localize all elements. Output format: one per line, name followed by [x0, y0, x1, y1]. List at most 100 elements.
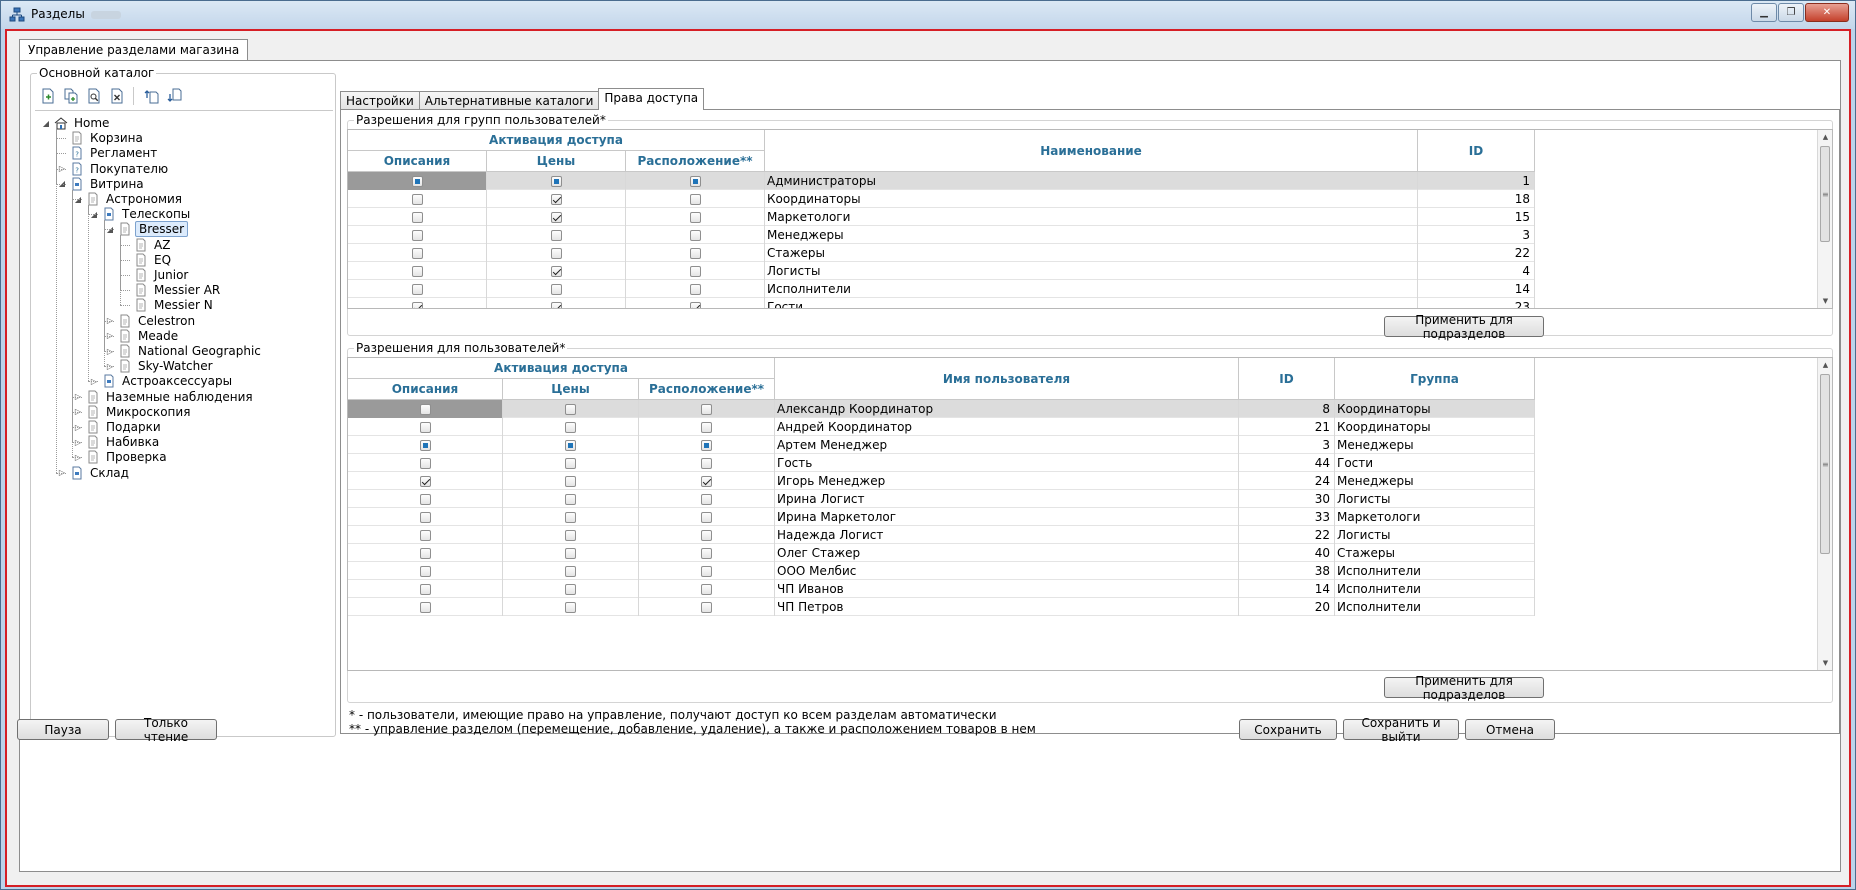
table-row[interactable]: Игорь Менеджер 24 Менеджеры [348, 472, 1535, 490]
descriptions-checkbox[interactable] [411, 247, 423, 259]
table-row[interactable]: Андрей Координатор 21 Координаторы [348, 418, 1535, 436]
expanded-arrow-icon[interactable]: ◢ [41, 119, 51, 128]
descriptions-checkbox[interactable] [419, 601, 431, 613]
location-checkbox[interactable] [701, 421, 712, 433]
pause-button[interactable]: Пауза [17, 719, 109, 740]
move-down-button[interactable] [164, 86, 186, 106]
descriptions-checkbox[interactable] [411, 283, 423, 295]
readonly-button[interactable]: Только чтение [115, 716, 217, 744]
tab-section-management[interactable]: Управление разделами магазина [19, 39, 249, 61]
tree-item[interactable]: ▷ Sky-Watcher [105, 358, 216, 374]
table-row[interactable]: Логисты 4 [348, 262, 1535, 280]
descriptions-checkbox[interactable] [419, 421, 431, 433]
prices-checkbox[interactable] [565, 493, 576, 505]
table-row[interactable]: ЧП Иванов 14 Исполнители [348, 580, 1535, 598]
table-row[interactable]: Стажеры 22 [348, 244, 1535, 262]
prices-checkbox[interactable] [565, 583, 576, 595]
maximize-button[interactable]: ❐ [1778, 3, 1804, 22]
tree-item[interactable]: ? Регламент [57, 145, 160, 161]
tree-item[interactable]: Messier N [121, 297, 216, 313]
descriptions-checkbox[interactable] [419, 493, 431, 505]
location-checkbox[interactable] [701, 601, 712, 613]
descriptions-checkbox[interactable] [419, 439, 431, 451]
tree-item[interactable]: ▷ Подарки [73, 419, 164, 435]
prices-checkbox[interactable] [565, 457, 576, 469]
tree-item[interactable]: ▷ Микроскопия [73, 404, 193, 420]
table-row[interactable]: Исполнители 14 [348, 280, 1535, 298]
descriptions-checkbox[interactable] [419, 403, 431, 415]
tree-item[interactable]: ◢ Bresser [105, 221, 189, 238]
tree-item[interactable]: ▷ Celestron [105, 313, 198, 329]
location-checkbox[interactable] [701, 457, 712, 469]
location-checkbox[interactable] [701, 493, 712, 505]
tab-alt-catalogs[interactable]: Альтернативные каталоги [418, 91, 600, 110]
tree-item[interactable]: ▷ Проверка [73, 449, 170, 465]
tree-item[interactable]: Messier AR [121, 282, 223, 298]
close-window-button[interactable]: ✕ [1805, 3, 1849, 22]
descriptions-checkbox[interactable] [411, 175, 423, 187]
scroll-thumb[interactable]: ≡ [1820, 146, 1830, 242]
descriptions-checkbox[interactable] [419, 529, 431, 541]
descriptions-checkbox[interactable] [411, 301, 423, 308]
tab-settings[interactable]: Настройки [340, 91, 420, 110]
table-row[interactable]: Координаторы 18 [348, 190, 1535, 208]
prices-checkbox[interactable] [565, 529, 576, 541]
table-row[interactable]: Олег Стажер 40 Стажеры [348, 544, 1535, 562]
tree-item[interactable]: ▷ Астроаксессуары [89, 373, 235, 389]
location-checkbox[interactable] [701, 511, 712, 523]
add-section-button[interactable] [37, 86, 59, 106]
table-row[interactable]: Менеджеры 3 [348, 226, 1535, 244]
descriptions-checkbox[interactable] [419, 565, 431, 577]
location-checkbox[interactable] [701, 529, 712, 541]
table-row[interactable]: Гость 44 Гости [348, 454, 1535, 472]
descriptions-checkbox[interactable] [411, 229, 423, 241]
descriptions-checkbox[interactable] [419, 583, 431, 595]
prices-checkbox[interactable] [550, 175, 562, 187]
location-checkbox[interactable] [689, 283, 701, 295]
minimize-button[interactable]: ▁ [1751, 3, 1777, 22]
descriptions-checkbox[interactable] [419, 475, 431, 487]
table-row[interactable]: Надежда Логист 22 Логисты [348, 526, 1535, 544]
location-checkbox[interactable] [701, 439, 712, 451]
tree-item[interactable]: ◢ Home [41, 115, 112, 131]
table-row[interactable]: Администраторы 1 [348, 172, 1535, 190]
prices-checkbox[interactable] [565, 439, 576, 451]
prices-checkbox[interactable] [550, 211, 562, 223]
table-row[interactable]: ООО Мелбис 38 Исполнители [348, 562, 1535, 580]
tree-item[interactable]: ◢ Витрина [57, 176, 147, 192]
prices-checkbox[interactable] [565, 421, 576, 433]
location-checkbox[interactable] [701, 583, 712, 595]
prices-checkbox[interactable] [565, 565, 576, 577]
table-row[interactable]: Артем Менеджер 3 Менеджеры [348, 436, 1535, 454]
table-row[interactable]: Гости 23 [348, 298, 1535, 308]
apply-groups-subsections-button[interactable]: Применить для подразделов [1384, 313, 1544, 341]
location-checkbox[interactable] [689, 229, 701, 241]
prices-checkbox[interactable] [565, 511, 576, 523]
scroll-down-arrow-icon[interactable]: ▼ [1818, 294, 1832, 308]
location-checkbox[interactable] [701, 475, 712, 487]
apply-users-subsections-button[interactable]: Применить для подразделов [1384, 674, 1544, 702]
prices-checkbox[interactable] [565, 475, 576, 487]
descriptions-checkbox[interactable] [411, 265, 423, 277]
delete-section-button[interactable] [106, 86, 128, 106]
location-checkbox[interactable] [701, 547, 712, 559]
descriptions-checkbox[interactable] [411, 211, 423, 223]
prices-checkbox[interactable] [565, 403, 576, 415]
table-row[interactable]: Ирина Логист 30 Логисты [348, 490, 1535, 508]
scroll-up-arrow-icon[interactable]: ▲ [1818, 130, 1832, 144]
tree-item[interactable]: ▷? Покупателю [57, 161, 171, 177]
tree-item[interactable]: ▷ Склад [57, 465, 132, 481]
prices-checkbox[interactable] [550, 247, 562, 259]
descriptions-checkbox[interactable] [411, 193, 423, 205]
tree-item[interactable]: Junior [121, 267, 191, 283]
prices-checkbox[interactable] [550, 301, 562, 308]
location-checkbox[interactable] [701, 565, 712, 577]
descriptions-checkbox[interactable] [419, 457, 431, 469]
tree-item[interactable]: ▷ National Geographic [105, 343, 264, 359]
tree-item[interactable]: ◢ Астрономия [73, 191, 185, 207]
tree-item[interactable]: ▷ Наземные наблюдения [73, 389, 256, 405]
save-button[interactable]: Сохранить [1239, 719, 1337, 740]
tree-item[interactable]: Корзина [57, 130, 146, 146]
tree-item[interactable]: ▷ Набивка [73, 434, 162, 450]
groups-scrollbar[interactable]: ▲ ≡ ▼ [1817, 130, 1832, 308]
